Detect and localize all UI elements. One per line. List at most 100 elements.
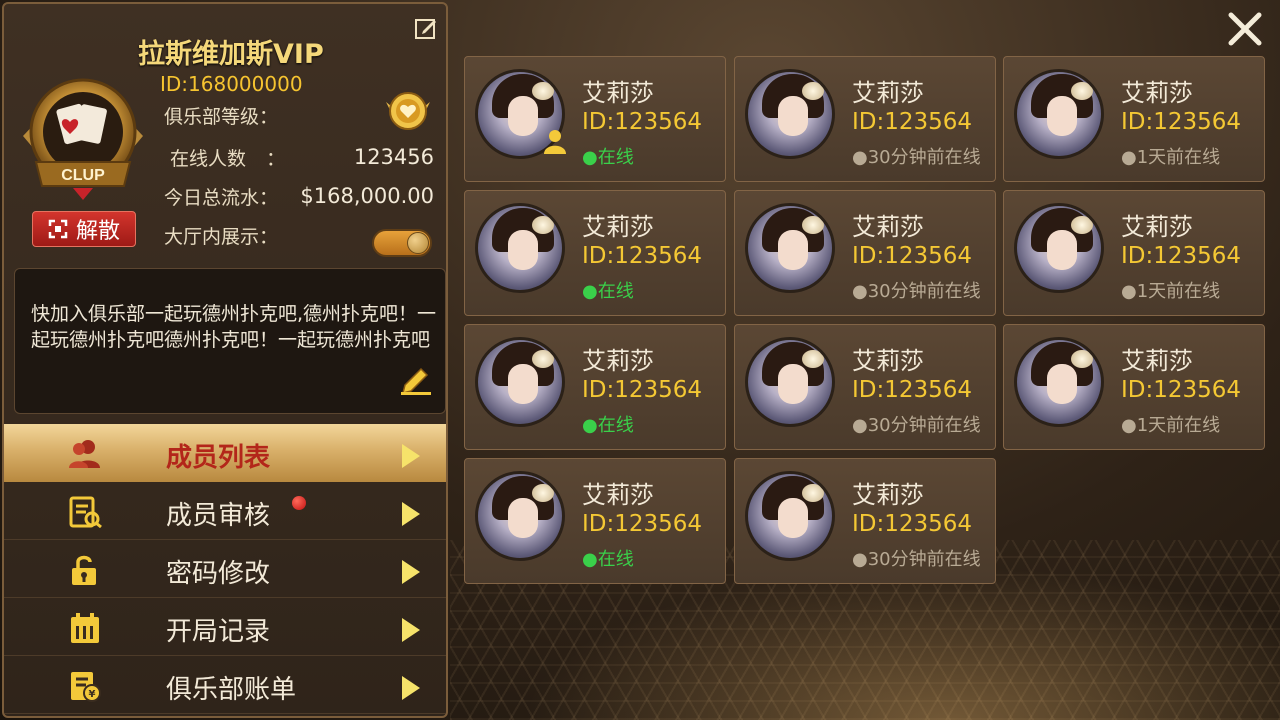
- member-avatar: [745, 203, 835, 293]
- arrow-right-icon: [402, 560, 420, 584]
- heart-level-badge-icon: [386, 92, 430, 130]
- daily-flow-label: 今日总流水：: [164, 186, 279, 209]
- menu-item-game-records[interactable]: 开局记录: [4, 598, 446, 656]
- member-status: ●在线: [582, 549, 634, 570]
- member-card[interactable]: 艾莉莎 ID:123564 ●在线: [464, 190, 726, 316]
- dissolve-label: 解散: [75, 219, 120, 244]
- calendar-icon: [71, 613, 99, 643]
- bill-icon: ¥: [71, 672, 101, 702]
- daily-flow-value: $168,000.00: [300, 184, 434, 208]
- online-count-row: 在线人数 ： 123456: [170, 144, 434, 170]
- member-status: ●在线: [582, 147, 634, 168]
- member-name: 艾莉莎: [852, 79, 924, 107]
- member-avatar: [1014, 337, 1104, 427]
- member-card[interactable]: 艾莉莎 ID:123564 ●30分钟前在线: [734, 56, 996, 182]
- edit-icon[interactable]: [414, 16, 438, 40]
- member-id: ID:123564: [582, 377, 703, 403]
- member-avatar: [1014, 203, 1104, 293]
- menu-label-game-records: 开局记录: [166, 617, 271, 647]
- menu-item-password-change[interactable]: 密码修改: [4, 540, 446, 598]
- member-name: 艾莉莎: [582, 79, 654, 107]
- member-card[interactable]: 艾莉莎 ID:123564 ●在线: [464, 324, 726, 450]
- member-card[interactable]: 艾莉莎 ID:123564 ●1天前在线: [1003, 324, 1265, 450]
- member-id: ID:123564: [582, 511, 703, 537]
- member-status: ●1天前在线: [1121, 281, 1221, 302]
- member-name: 艾莉莎: [582, 347, 654, 375]
- member-id: ID:123564: [852, 243, 973, 269]
- member-id: ID:123564: [852, 377, 973, 403]
- club-id: ID:168000000: [160, 72, 303, 96]
- member-id: ID:123564: [852, 109, 973, 135]
- online-count-label: 在线人数: [170, 147, 247, 170]
- member-status: ●1天前在线: [1121, 415, 1221, 436]
- review-icon: [69, 496, 102, 528]
- member-name: 艾莉莎: [582, 213, 654, 241]
- club-menu: 成员列表 成员审核 密码修改 开局记录 ¥ 俱乐部账单: [4, 424, 446, 714]
- club-notice-box: 快加入俱乐部一起玩德州扑克吧,德州扑克吧！一起玩德州扑克吧德州扑克吧！一起玩德州…: [14, 268, 446, 414]
- lock-icon: [72, 555, 96, 585]
- member-status: ●30分钟前在线: [852, 415, 981, 436]
- pencil-edit-icon[interactable]: [399, 363, 433, 395]
- club-info-panel: 拉斯维加斯VIP ID:168000000 CLUP 俱乐部等级： 在线人数 ：…: [2, 2, 448, 718]
- member-card[interactable]: 艾莉莎 ID:123564 ●在线: [464, 458, 726, 584]
- menu-item-member-list[interactable]: 成员列表: [4, 424, 446, 482]
- member-avatar: [745, 337, 835, 427]
- svg-text:CLUP: CLUP: [61, 167, 105, 184]
- member-id: ID:123564: [852, 511, 973, 537]
- member-name: 艾莉莎: [852, 347, 924, 375]
- online-count-colon: ：: [266, 147, 286, 170]
- member-id: ID:123564: [582, 109, 703, 135]
- menu-label-club-bill: 俱乐部账单: [166, 675, 297, 705]
- club-notice-text: 快加入俱乐部一起玩德州扑克吧,德州扑克吧！一起玩德州扑克吧德州扑克吧！一起玩德州…: [31, 303, 437, 351]
- member-avatar: [475, 471, 565, 561]
- online-count-value: 123456: [353, 145, 434, 169]
- daily-flow-row: 今日总流水： $168,000.00: [164, 183, 434, 209]
- club-name: 拉斯维加斯VIP: [138, 39, 324, 70]
- member-name: 艾莉莎: [852, 213, 924, 241]
- expand-icon: [48, 219, 68, 239]
- member-card[interactable]: 艾莉莎 ID:123564 ●1天前在线: [1003, 190, 1265, 316]
- member-id: ID:123564: [1121, 377, 1242, 403]
- dissolve-button[interactable]: 解散: [32, 211, 136, 247]
- member-name: 艾莉莎: [1121, 213, 1193, 241]
- owner-user-icon: [544, 130, 566, 154]
- member-status: ●1天前在线: [1121, 147, 1221, 168]
- close-icon[interactable]: [1226, 10, 1264, 48]
- member-status: ●30分钟前在线: [852, 549, 981, 570]
- member-id: ID:123564: [1121, 243, 1242, 269]
- lobby-display-label: 大厅内展示：: [164, 225, 279, 248]
- menu-item-club-bill[interactable]: ¥ 俱乐部账单: [4, 656, 446, 714]
- notification-dot: [292, 496, 306, 510]
- member-card[interactable]: 艾莉莎 ID:123564 ●30分钟前在线: [734, 190, 996, 316]
- member-avatar: [475, 203, 565, 293]
- menu-label-password-change: 密码修改: [166, 559, 271, 589]
- toggle-knob: [407, 232, 429, 254]
- member-card[interactable]: 艾莉莎 ID:123564 ●30分钟前在线: [734, 324, 996, 450]
- member-id: ID:123564: [1121, 109, 1242, 135]
- arrow-right-icon: [402, 618, 420, 642]
- club-level-label: 俱乐部等级：: [164, 105, 279, 128]
- member-status: ●在线: [582, 281, 634, 302]
- member-card[interactable]: 艾莉莎 ID:123564 ●30分钟前在线: [734, 458, 996, 584]
- svg-text:¥: ¥: [89, 689, 96, 700]
- member-name: 艾莉莎: [1121, 79, 1193, 107]
- menu-item-member-review[interactable]: 成员审核: [4, 482, 446, 540]
- members-icon: [69, 440, 100, 468]
- member-name: 艾莉莎: [582, 481, 654, 509]
- member-avatar: [745, 471, 835, 561]
- arrow-right-icon: [402, 444, 420, 468]
- member-id: ID:123564: [582, 243, 703, 269]
- member-avatar: [475, 337, 565, 427]
- member-avatar: [1014, 69, 1104, 159]
- member-name: 艾莉莎: [852, 481, 924, 509]
- member-name: 艾莉莎: [1121, 347, 1193, 375]
- member-status: ●30分钟前在线: [852, 281, 981, 302]
- member-card[interactable]: 艾莉莎 ID:123564 ●1天前在线: [1003, 56, 1265, 182]
- arrow-right-icon: [402, 676, 420, 700]
- member-avatar: [745, 69, 835, 159]
- arrow-right-icon: [402, 502, 420, 526]
- member-status: ●30分钟前在线: [852, 147, 981, 168]
- menu-label-member-review: 成员审核: [166, 501, 271, 531]
- member-card[interactable]: 艾莉莎 ID:123564 ●在线: [464, 56, 726, 182]
- lobby-display-toggle[interactable]: [372, 229, 432, 257]
